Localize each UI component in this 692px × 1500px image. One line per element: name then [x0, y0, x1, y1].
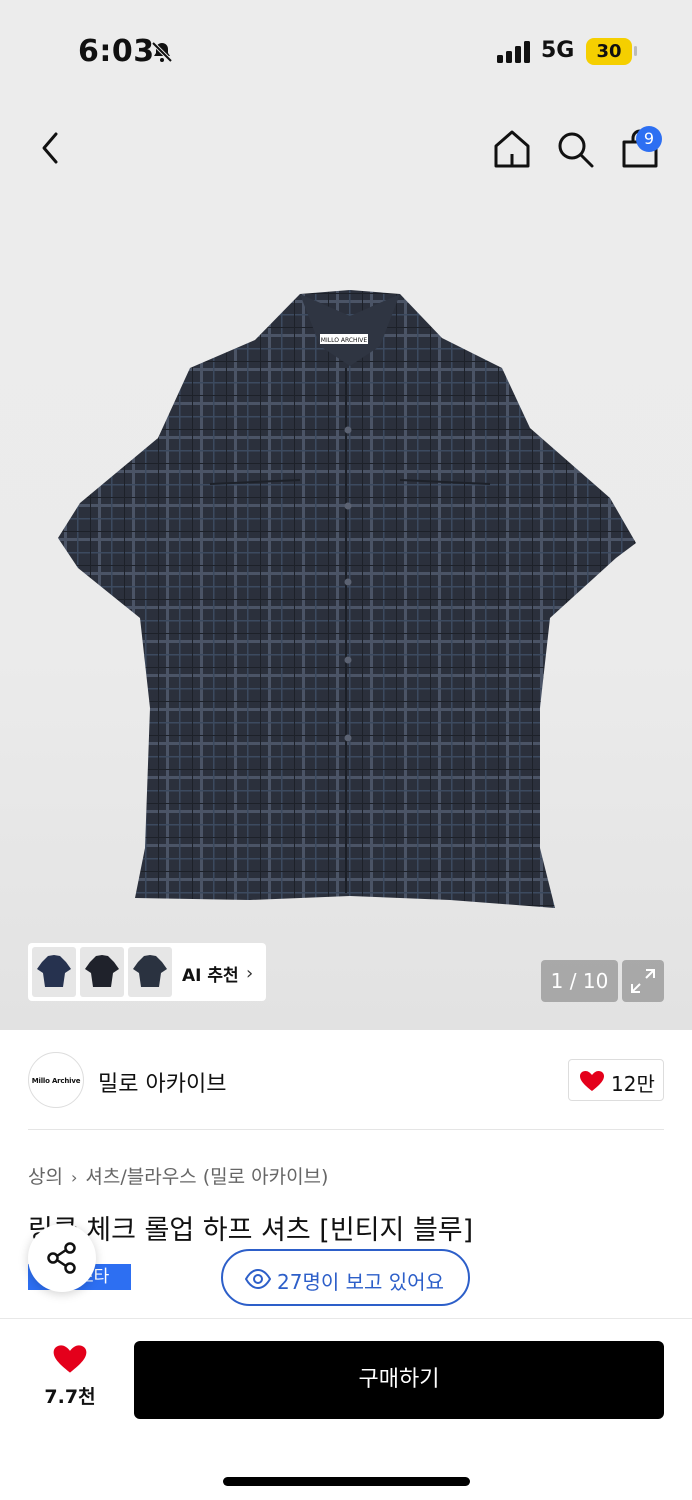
expand-icon[interactable]	[622, 960, 664, 1002]
viewers-text: 27명이 보고 있어요	[277, 1270, 444, 1294]
signal-icon	[497, 41, 530, 63]
share-button[interactable]	[28, 1224, 96, 1292]
heart-icon	[53, 1345, 87, 1373]
share-icon	[47, 1242, 76, 1274]
product-title: 링클 체크 롤업 하프 셔츠 [빈티지 블루]	[28, 1215, 474, 1246]
eye-icon	[245, 1269, 271, 1289]
search-icon[interactable]	[556, 130, 596, 170]
chevron-right-icon: ›	[246, 963, 254, 984]
back-icon[interactable]	[36, 128, 66, 168]
ai-recommend-box[interactable]: AI 추천 ›	[28, 943, 266, 1001]
thumbnail[interactable]	[128, 947, 172, 997]
status-time: 6:03	[78, 34, 155, 69]
heart-icon	[580, 1071, 604, 1091]
home-indicator	[223, 1477, 470, 1486]
buy-button[interactable]: 구매하기	[134, 1341, 664, 1419]
breadcrumb: 상의 › 셔츠/블라우스 (밀로 아카이브)	[28, 1162, 328, 1189]
brand-like-count: 12만	[611, 1072, 655, 1096]
battery-indicator: 30	[586, 38, 632, 65]
wishlist-count: 7.7천	[44, 1386, 96, 1408]
product-image: MILLO ARCHIVE	[58, 290, 636, 908]
breadcrumb-subcategory[interactable]: 셔츠/블라우스 (밀로 아카이브)	[85, 1162, 328, 1189]
thumbnail[interactable]	[32, 947, 76, 997]
status-bar: 6:03 5G 30	[0, 0, 692, 100]
bell-off-icon	[151, 41, 173, 63]
garment-label: MILLO ARCHIVE	[321, 337, 368, 344]
chevron-right-icon: ›	[70, 1168, 78, 1187]
network-type: 5G	[541, 38, 575, 63]
bottom-divider	[0, 1318, 692, 1319]
breadcrumb-category[interactable]: 상의	[28, 1162, 63, 1189]
wishlist-button[interactable]: 7.7천	[40, 1344, 100, 1409]
cart-count-badge: 9	[636, 126, 662, 152]
viewers-pill: 27명이 보고 있어요	[221, 1249, 470, 1306]
thumbnail[interactable]	[80, 947, 124, 997]
ai-recommend-label: AI 추천	[182, 966, 239, 986]
home-icon[interactable]	[492, 128, 532, 170]
brand-logo[interactable]: Millo Archive	[28, 1052, 84, 1108]
image-pager: 1 / 10	[541, 960, 618, 1002]
brand-name[interactable]: 밀로 아카이브	[98, 1066, 226, 1098]
divider	[28, 1129, 664, 1130]
brand-like-button[interactable]: 12만	[568, 1059, 664, 1101]
battery-tip	[634, 46, 637, 56]
